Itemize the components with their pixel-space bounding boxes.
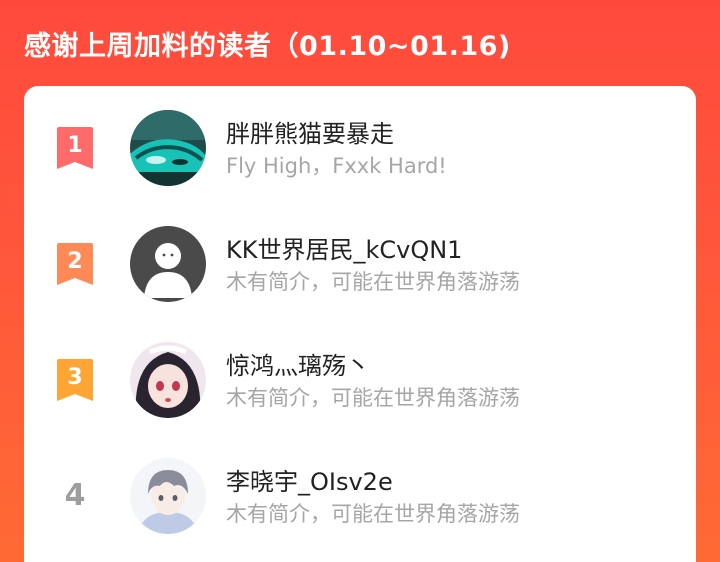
reader-bio: 木有简介，可能在世界角落游荡 [226,270,520,294]
rank-1-ribbon-icon: 1 [55,126,95,170]
rank-2-ribbon-icon: 2 [55,242,95,286]
list-item[interactable]: 4 李晓宇_OIsv2e 木有简介，可能在世界角落游荡 [24,454,696,554]
rank-number: 2 [67,249,82,274]
car-photo-avatar[interactable] [130,110,206,186]
reader-list: 1 胖胖熊猫要暴走 Fly High，Fxxk Hard! 2 KK世界居民_k… [24,86,696,562]
reader-name: 惊鸿灬璃殇丶 [226,352,370,380]
reader-name: 胖胖熊猫要暴走 [226,120,394,148]
page-title: 感谢上周加料的读者（01.10~01.16) [24,31,511,62]
reader-bio: 木有简介，可能在世界角落游荡 [226,386,520,410]
anime-girl-avatar[interactable] [130,342,206,418]
list-item[interactable]: 3 惊鸿灬璃殇丶 木有简介，可能在世界角落游荡 [24,338,696,438]
rank-number: 3 [67,365,82,390]
list-item[interactable]: 1 胖胖熊猫要暴走 Fly High，Fxxk Hard! [24,106,696,206]
reader-bio: Fly High，Fxxk Hard! [226,154,447,178]
anime-boy-avatar[interactable] [130,458,206,534]
default-user-avatar[interactable] [130,226,206,302]
rank-3-ribbon-icon: 3 [55,358,95,402]
rank-number: 4 [64,478,86,513]
reader-bio: 木有简介，可能在世界角落游荡 [226,502,520,526]
list-item[interactable]: 2 KK世界居民_kCvQN1 木有简介，可能在世界角落游荡 [24,222,696,322]
rank-number: 1 [67,133,82,158]
reader-name: KK世界居民_kCvQN1 [226,236,463,264]
reader-name: 李晓宇_OIsv2e [226,468,393,496]
